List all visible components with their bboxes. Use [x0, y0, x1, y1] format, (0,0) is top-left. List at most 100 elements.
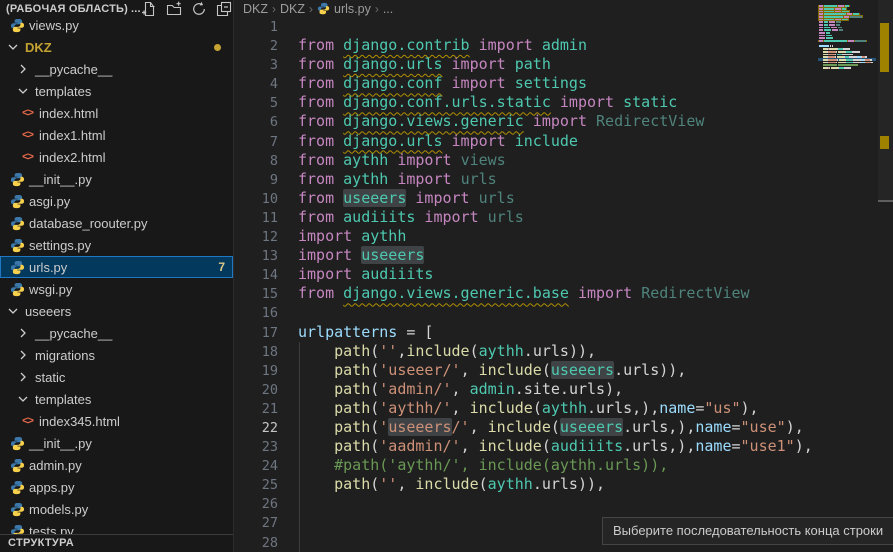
code-line[interactable]: 26	[234, 494, 818, 513]
indent-guide	[299, 533, 300, 552]
code-line[interactable]: 18 path('',include(aythh.urls)),	[234, 342, 818, 361]
code-text: path('', include(aythh.urls)),	[298, 475, 605, 493]
code-text: import useeers	[298, 246, 424, 264]
tree-item-templates[interactable]: templates	[0, 388, 233, 410]
code-area[interactable]: 12from django.contrib import admin3 from …	[234, 17, 818, 552]
code-line[interactable]: 12import aythh	[234, 227, 818, 246]
line-number: 20	[234, 381, 278, 400]
code-text: from django.views.generic.base import Re…	[298, 284, 750, 302]
code-line[interactable]: 7from django.urls import include	[234, 132, 818, 151]
tree-item-dkz[interactable]: DKZ	[0, 36, 233, 58]
tree-item-apps-py[interactable]: apps.py	[0, 476, 233, 498]
tree-item-admin-py[interactable]: admin.py	[0, 454, 233, 476]
tree-item-index2-html[interactable]: <>index2.html	[0, 146, 233, 168]
tree-item-label: index345.html	[39, 414, 120, 429]
refresh-icon[interactable]	[191, 1, 207, 17]
tree-item-label: apps.py	[29, 480, 75, 495]
tree-item-templates[interactable]: templates	[0, 80, 233, 102]
tree-item-database-roouter-py[interactable]: database_roouter.py	[0, 212, 233, 234]
code-text: path('aythh/', include(aythh.urls,),name…	[298, 399, 759, 417]
code-line[interactable]: 25 path('', include(aythh.urls)),	[234, 475, 818, 494]
collapse-all-icon[interactable]	[216, 1, 232, 17]
chevron-right-icon	[15, 369, 31, 385]
tree-item-pycache[interactable]: __pycache__	[0, 322, 233, 344]
code-line[interactable]: 10from useeers import urls	[234, 189, 818, 208]
python-file-icon	[10, 458, 25, 473]
minimap[interactable]	[818, 2, 876, 77]
tree-item-settings-py[interactable]: settings.py	[0, 234, 233, 256]
tree-item-label: __pycache__	[35, 326, 112, 341]
python-file-icon	[317, 2, 330, 15]
code-text: from django.views.generic import Redirec…	[298, 112, 704, 130]
code-line[interactable]: 22 path('useeers/', include(useeers.urls…	[234, 418, 818, 437]
tree-item-init-py[interactable]: __init__.py	[0, 168, 233, 190]
code-line[interactable]: 2from django.contrib import admin	[234, 36, 818, 55]
code-line[interactable]: 21 path('aythh/', include(aythh.urls,),n…	[234, 399, 818, 418]
code-text: urlpatterns = [	[298, 323, 433, 341]
python-file-icon	[10, 172, 25, 187]
tree-item-label: useeers	[25, 304, 71, 319]
code-line[interactable]: 6from django.views.generic import Redire…	[234, 112, 818, 131]
tree-item-index-html[interactable]: <>index.html	[0, 102, 233, 124]
tree-item-migrations[interactable]: migrations	[0, 344, 233, 366]
tree-item-urls-py[interactable]: urls.py7	[0, 256, 233, 278]
line-number: 24	[234, 457, 278, 476]
workspace-section-title[interactable]: (РАБОЧАЯ ОБЛАСТЬ)	[6, 3, 128, 15]
breadcrumb-item-folder[interactable]: DKZ	[280, 2, 305, 16]
code-line[interactable]: 17urlpatterns = [	[234, 323, 818, 342]
explorer-section-header[interactable]: (РАБОЧАЯ ОБЛАСТЬ) ...	[0, 0, 233, 16]
tree-item-index1-html[interactable]: <>index1.html	[0, 124, 233, 146]
code-line[interactable]: 4from django.conf import settings	[234, 74, 818, 93]
tree-item-pycache[interactable]: __pycache__	[0, 58, 233, 80]
code-line[interactable]: 15from django.views.generic.base import …	[234, 284, 818, 303]
code-line[interactable]: 13 import useeers	[234, 246, 818, 265]
code-line[interactable]: 20 path('admin/', admin.site.urls),	[234, 380, 818, 399]
new-folder-icon[interactable]	[166, 1, 182, 17]
code-line[interactable]: 23 path('aadmin/', include(audiiits.urls…	[234, 437, 818, 456]
code-line[interactable]: 16	[234, 303, 818, 322]
scrollbar[interactable]	[878, 0, 893, 552]
indent-guide	[299, 437, 300, 456]
code-line[interactable]: 9from aythh import urls	[234, 170, 818, 189]
breadcrumb-item-folder[interactable]: DKZ	[243, 2, 268, 16]
code-line[interactable]: 1	[234, 17, 818, 36]
code-line[interactable]: 8from aythh import views	[234, 151, 818, 170]
tree-item-asgi-py[interactable]: asgi.py	[0, 190, 233, 212]
code-line[interactable]: 3 from django.urls import path	[234, 55, 818, 74]
tree-item-useeers[interactable]: useeers	[0, 300, 233, 322]
tree-item-index345-html[interactable]: <>index345.html	[0, 410, 233, 432]
line-number: 3	[234, 56, 278, 75]
more-actions-button[interactable]: ...	[131, 3, 141, 15]
outline-section-header[interactable]: СТРУКТУРА	[0, 534, 233, 552]
line-number: 13	[234, 247, 278, 266]
code-line[interactable]: 5from django.conf.urls.static import sta…	[234, 93, 818, 112]
line-number: 28	[234, 534, 278, 552]
python-file-icon	[10, 436, 25, 451]
breadcrumb-item-file[interactable]: urls.py	[334, 2, 371, 16]
explorer-sidebar: (РАБОЧАЯ ОБЛАСТЬ) ... views.pyDKZ __pycac…	[0, 0, 234, 552]
new-file-icon[interactable]	[141, 1, 157, 17]
chevron-right-icon	[15, 347, 31, 363]
tree-item-static[interactable]: static	[0, 366, 233, 388]
code-line[interactable]: 19 path('useeer/', include(useeers.urls)…	[234, 361, 818, 380]
code-text: from django.urls import include	[298, 132, 578, 150]
tree-item-views-py[interactable]: views.py	[0, 14, 233, 36]
line-number: 26	[234, 495, 278, 514]
code-line[interactable]: 14import audiiits	[234, 265, 818, 284]
line-number: 11	[234, 209, 278, 228]
breadcrumb-item-symbol[interactable]: ...	[383, 2, 393, 16]
code-line[interactable]: 24 #path('aythh/', include(aythh.urls)),	[234, 456, 818, 475]
code-text: from django.conf import settings	[298, 74, 587, 92]
tree-item-label: models.py	[29, 502, 88, 517]
chevron-down-icon	[5, 303, 21, 319]
code-line[interactable]: 11from audiiits import urls	[234, 208, 818, 227]
tree-item-label: __pycache__	[35, 62, 112, 77]
modified-dot-icon	[214, 44, 221, 51]
explorer-tree: views.pyDKZ__pycache__templates<>index.h…	[0, 14, 233, 542]
tree-item-init-py[interactable]: __init__.py	[0, 432, 233, 454]
line-number: 19	[234, 362, 278, 381]
tree-item-models-py[interactable]: models.py	[0, 498, 233, 520]
warning-mark	[880, 136, 889, 149]
code-text: from django.urls import path	[298, 55, 551, 73]
tree-item-wsgi-py[interactable]: wsgi.py	[0, 278, 233, 300]
